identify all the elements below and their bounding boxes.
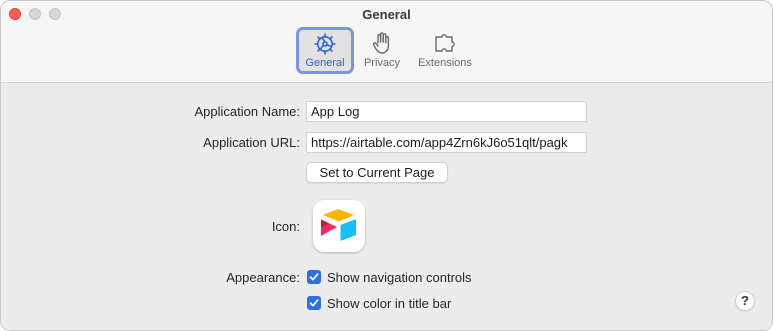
app-url-label: Application URL: (203, 135, 300, 150)
show-color-title-bar-checkbox[interactable] (307, 296, 321, 310)
help-button[interactable]: ? (735, 291, 755, 311)
settings-window: General General Privacy Extensions Appli… (0, 0, 773, 331)
tab-privacy[interactable]: Privacy (358, 27, 406, 74)
icon-label: Icon: (271, 219, 300, 234)
appearance-label: Appearance: (226, 270, 300, 285)
app-icon-button[interactable] (313, 200, 365, 252)
airtable-logo-icon (321, 209, 356, 241)
show-navigation-controls-checkbox[interactable] (307, 270, 321, 284)
app-name-field[interactable]: App Log (306, 101, 587, 122)
toolbar: General General Privacy Extensions (1, 1, 772, 83)
show-color-title-bar-label[interactable]: Show color in title bar (327, 296, 451, 311)
app-url-field[interactable]: https://airtable.com/app4Zrn6kJ6o51qlt/p… (306, 132, 587, 153)
window-title: General (362, 7, 411, 22)
tab-extensions-label: Extensions (418, 57, 472, 69)
show-navigation-controls-label[interactable]: Show navigation controls (327, 270, 472, 285)
tab-general-label: General (305, 57, 345, 69)
hand-icon (372, 32, 390, 54)
tab-general[interactable]: General (296, 27, 354, 74)
gear-icon (314, 33, 336, 55)
tab-extensions[interactable]: Extensions (411, 27, 479, 74)
puzzle-icon (435, 34, 455, 52)
checkmark-icon (309, 299, 319, 307)
checkmark-icon (309, 273, 319, 281)
app-name-label: Application Name: (194, 104, 301, 119)
tab-privacy-label: Privacy (363, 57, 401, 69)
set-current-page-button[interactable]: Set to Current Page (306, 162, 448, 183)
